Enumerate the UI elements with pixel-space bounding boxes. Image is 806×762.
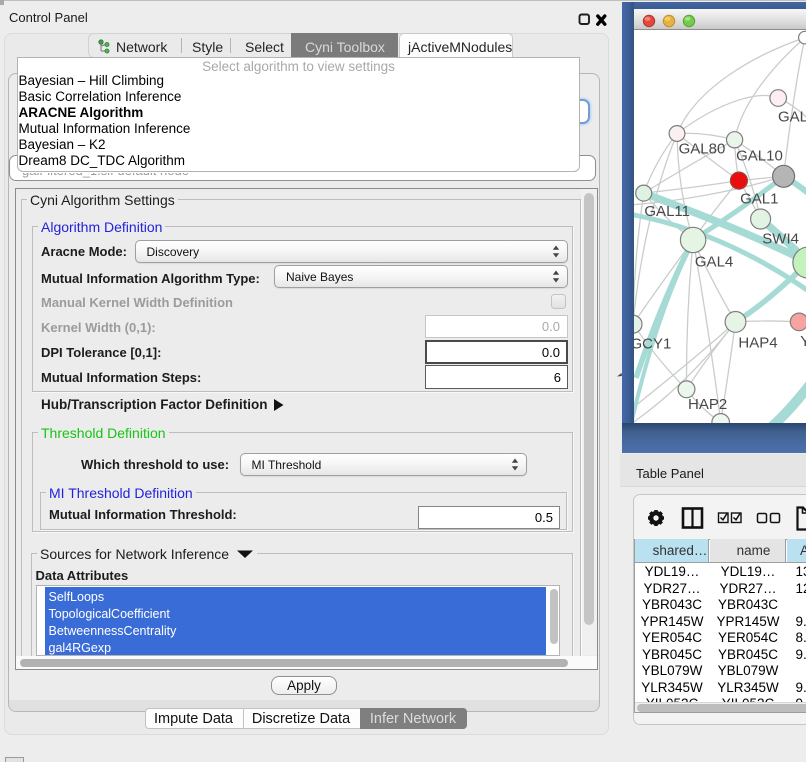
svg-text:HAP2: HAP2 — [688, 396, 727, 413]
svg-text:Y: Y — [800, 333, 806, 350]
svg-text:GAL80: GAL80 — [679, 140, 726, 157]
svg-text:GAL4: GAL4 — [695, 254, 733, 271]
svg-text:GAL8: GAL8 — [778, 109, 806, 126]
svg-text:GAL11: GAL11 — [644, 203, 690, 220]
svg-text:GAL1: GAL1 — [740, 191, 778, 208]
svg-text:SWI4: SWI4 — [762, 231, 799, 248]
svg-text:GCY1: GCY1 — [634, 335, 671, 352]
svg-text:HAP4: HAP4 — [738, 334, 777, 351]
svg-text:GAL10: GAL10 — [736, 147, 783, 164]
